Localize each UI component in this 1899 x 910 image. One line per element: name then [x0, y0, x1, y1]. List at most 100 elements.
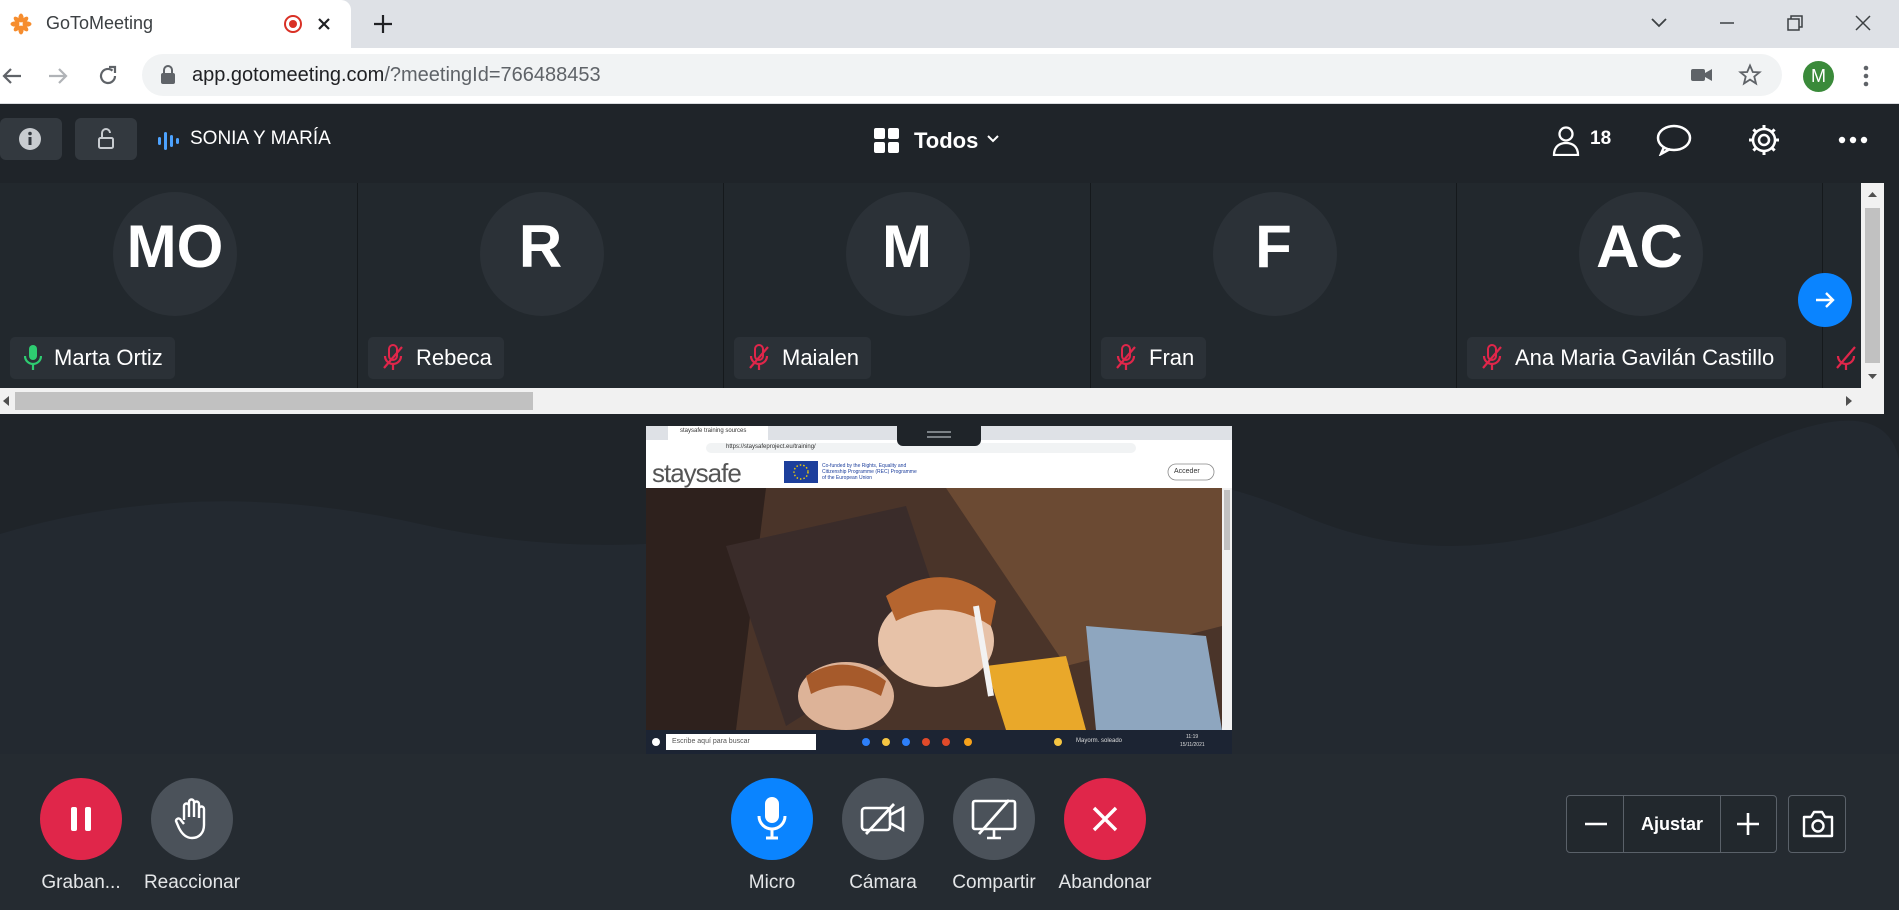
layout-label: Todos — [914, 128, 979, 153]
chevron-down-icon — [986, 134, 1000, 144]
eu-funding-text: Co-funded by the Rights, Equality and Ci… — [822, 463, 917, 481]
avatar-initials: M — [882, 213, 932, 280]
participant-tile[interactable]: F Fran — [1091, 183, 1457, 388]
bookmark-star-icon[interactable] — [1738, 63, 1762, 87]
leave-button[interactable] — [1064, 778, 1146, 860]
participant-name: Maialen — [782, 345, 860, 370]
gotomeeting-favicon-icon — [10, 13, 32, 35]
next-participants-button[interactable] — [1798, 273, 1852, 327]
forward-icon[interactable] — [46, 64, 70, 88]
info-button[interactable] — [0, 118, 62, 160]
react-button[interactable] — [151, 778, 233, 860]
back-icon[interactable] — [0, 64, 24, 88]
taskbar-date: 15/11/2021 — [1180, 742, 1205, 748]
participant-nametag: Rebeca — [368, 337, 504, 379]
microphone-icon — [757, 796, 787, 840]
new-tab-icon[interactable] — [371, 12, 395, 36]
minimize-icon[interactable] — [1714, 10, 1740, 36]
zoom-in-icon[interactable] — [1735, 811, 1761, 837]
lock-icon — [160, 65, 176, 85]
strip-vertical-scrollbar[interactable] — [1861, 183, 1884, 388]
tab-search-icon[interactable] — [1646, 10, 1672, 36]
mic-on-icon — [24, 344, 42, 372]
share-screen-off-icon — [971, 798, 1017, 840]
meeting-header: SONIA Y MARÍA Todos 18 — [0, 104, 1899, 176]
chat-icon[interactable] — [1656, 124, 1692, 156]
recording-pause-button[interactable] — [40, 778, 122, 860]
fit-button[interactable]: Ajustar — [1625, 814, 1719, 835]
tab-title: GoToMeeting — [46, 13, 154, 33]
leave-label: Abandonar — [1058, 872, 1152, 893]
strip-horizontal-scrollbar[interactable] — [0, 388, 1884, 414]
mic-muted-icon — [1481, 344, 1503, 372]
reload-icon[interactable] — [96, 64, 120, 88]
mic-muted-icon — [748, 344, 770, 372]
avatar-initials: R — [518, 213, 563, 280]
avatar-initials: F — [1255, 213, 1292, 280]
meeting-controls: Graban... Reaccionar Micro Cámara Compar… — [0, 754, 1899, 910]
url-path: /?meetingId=766488453 — [384, 64, 601, 86]
grid-layout-icon — [874, 128, 900, 154]
browser-tab-bar: GoToMeeting — [0, 0, 1899, 48]
person-icon — [1552, 126, 1580, 156]
share-drag-handle[interactable] — [897, 424, 981, 446]
more-options-icon[interactable] — [1838, 136, 1868, 144]
lock-meeting-button[interactable] — [75, 118, 137, 160]
close-icon — [1089, 803, 1121, 835]
participant-name: Rebeca — [416, 345, 492, 370]
browser-menu-icon[interactable] — [1854, 64, 1878, 88]
audio-activity-icon — [157, 130, 179, 152]
participant-nametag: Ana Maria Gavilán Castillo — [1467, 337, 1787, 379]
mic-button[interactable] — [731, 778, 813, 860]
settings-gear-icon[interactable] — [1746, 122, 1782, 158]
browser-tab[interactable]: GoToMeeting — [0, 0, 351, 48]
camera-button[interactable] — [842, 778, 924, 860]
info-icon — [18, 127, 42, 151]
shared-url-text: https://staysafeproject.eu/training/ — [726, 444, 816, 450]
participant-name: Fran — [1149, 345, 1195, 370]
participant-tile[interactable]: R Rebeca — [358, 183, 724, 388]
restore-icon[interactable] — [1782, 10, 1808, 36]
unlock-icon — [96, 127, 116, 151]
taskbar-clock: 11:19 — [1186, 734, 1199, 740]
share-button[interactable] — [953, 778, 1035, 860]
address-bar[interactable]: app.gotomeeting.com/?meetingId=766488453 — [142, 54, 1782, 96]
participant-nametag: Marta Ortiz — [10, 337, 175, 379]
react-label: Reaccionar — [143, 872, 241, 893]
arrow-right-icon — [1813, 288, 1837, 312]
camera-in-use-icon[interactable] — [1690, 65, 1714, 85]
zoom-out-icon[interactable] — [1583, 814, 1609, 834]
participant-tile[interactable]: MO Marta Ortiz — [0, 183, 358, 388]
mic-muted-icon — [382, 344, 404, 372]
mic-muted-icon — [1835, 344, 1857, 372]
staysafe-logo: staysafe — [652, 458, 742, 488]
close-tab-icon[interactable] — [314, 14, 334, 34]
shared-tab-text: staysafe training sources — [680, 428, 747, 434]
screen-share-stage: staysafe training sources https://staysa… — [0, 414, 1899, 754]
camera-off-icon — [860, 802, 906, 836]
scrollbar-thumb[interactable] — [15, 392, 533, 410]
recording-indicator-icon — [284, 15, 302, 33]
mic-muted-icon — [1115, 344, 1137, 372]
participant-name: Marta Ortiz — [54, 345, 163, 370]
browser-toolbar: app.gotomeeting.com/?meetingId=766488453… — [0, 48, 1899, 104]
pause-icon — [68, 805, 94, 833]
participant-tile[interactable]: M Maialen — [724, 183, 1091, 388]
participant-strip: MO Marta Ortiz R Rebeca M Maialen F Fran… — [0, 183, 1884, 388]
shared-screen[interactable]: staysafe training sources https://staysa… — [646, 426, 1232, 754]
raise-hand-icon — [174, 798, 210, 840]
avatar-initials: MO — [126, 213, 224, 280]
camera-snapshot-icon — [1802, 810, 1834, 838]
participants-button[interactable]: 18 — [1552, 122, 1632, 158]
zoom-control: Ajustar — [1566, 795, 1777, 853]
close-window-icon[interactable] — [1850, 10, 1876, 36]
profile-avatar[interactable]: M — [1803, 61, 1834, 92]
participant-nametag: Maialen — [734, 337, 872, 379]
url-host: app.gotomeeting.com — [192, 64, 385, 86]
taskbar-search-text: Escribe aquí para buscar — [672, 738, 750, 745]
participant-count: 18 — [1590, 128, 1612, 149]
taskbar-weather-text: Mayorm. soleado — [1076, 738, 1123, 744]
snapshot-button[interactable] — [1788, 795, 1846, 853]
shared-login-button: Acceder — [1174, 468, 1200, 475]
participant-tile[interactable]: AC Ana Maria Gavilán Castillo — [1457, 183, 1823, 388]
